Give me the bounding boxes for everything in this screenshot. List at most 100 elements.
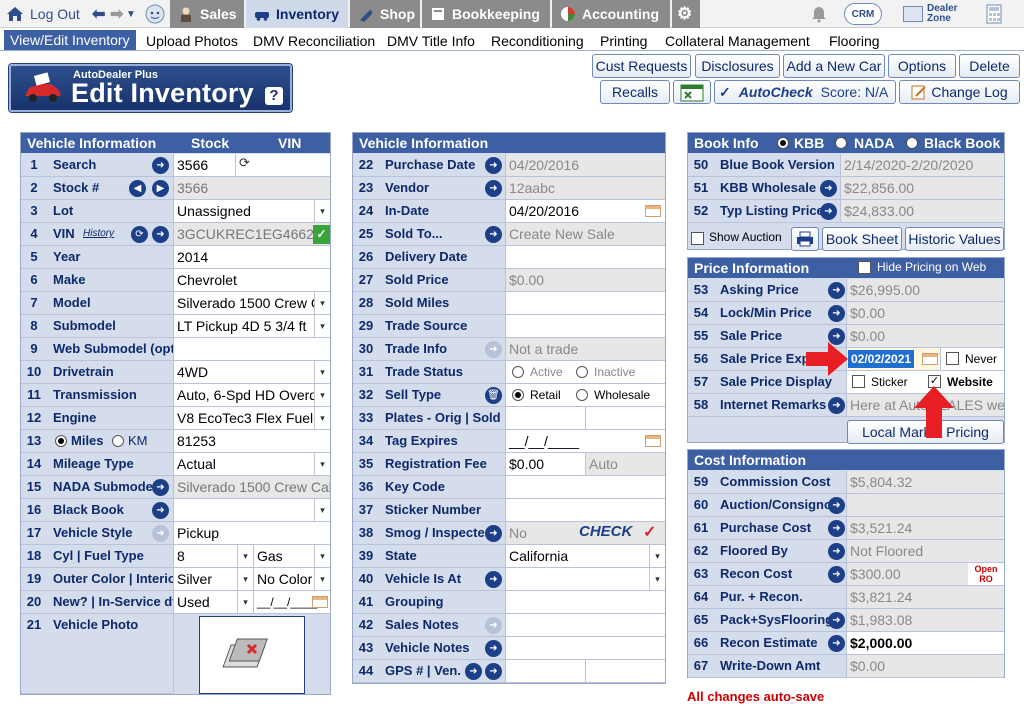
subnav-dmv-title-info[interactable]: DMV Title Info	[381, 31, 481, 51]
input-gps-vendor[interactable]	[585, 660, 665, 682]
input-gps-number[interactable]	[505, 660, 585, 682]
vin-decode-icon[interactable]: ⟳	[131, 226, 148, 243]
input-vehicle-notes[interactable]	[505, 637, 665, 659]
input-key-code[interactable]	[505, 476, 665, 498]
go-arrow-icon[interactable]: ➜	[485, 180, 502, 197]
input-state[interactable]: California	[505, 545, 649, 567]
go-arrow-icon[interactable]: ➜	[485, 341, 502, 358]
calendar-icon[interactable]	[645, 435, 661, 447]
dropdown-arrow-icon[interactable]: ▾	[314, 568, 330, 590]
go-arrow-icon[interactable]: ➜	[485, 525, 502, 542]
delete-button[interactable]: Delete	[959, 54, 1020, 78]
go-arrow-icon[interactable]: ➜	[828, 612, 845, 629]
input-model[interactable]: Silverado 1500 Crew C	[173, 292, 314, 314]
input-vin[interactable]: 3GCUKREC1EG466218	[173, 223, 330, 245]
input-in-date[interactable]: 04/20/2016	[505, 200, 665, 222]
calendar-icon[interactable]	[312, 596, 328, 608]
input-mileage-type[interactable]: Actual	[173, 453, 314, 475]
input-year[interactable]: 2014	[173, 246, 330, 268]
historic-values-button[interactable]: Historic Values	[905, 227, 1004, 251]
input-black-book[interactable]	[173, 499, 314, 521]
input-sales-notes[interactable]	[505, 614, 665, 636]
input-trade-info[interactable]: Not a trade	[505, 338, 665, 360]
open-ro-link[interactable]: Open RO	[968, 563, 1004, 585]
calendar-icon[interactable]	[922, 353, 938, 365]
logout-link[interactable]: Log Out	[6, 0, 80, 28]
check-logo[interactable]: CHECK	[579, 523, 632, 540]
recalls-button[interactable]: Recalls	[600, 80, 670, 104]
go-arrow-icon[interactable]: ➜	[485, 640, 502, 657]
dealer-zone-link[interactable]: Dealer Zone	[898, 2, 968, 26]
forward-arrow-icon[interactable]: ➡	[110, 0, 123, 28]
calculator-icon[interactable]	[984, 2, 1004, 26]
go-arrow-icon[interactable]: ➜	[152, 226, 169, 243]
go-arrow-icon[interactable]: ➜	[152, 502, 169, 519]
spreadsheet-export-icon[interactable]	[673, 80, 711, 104]
input-sold-to[interactable]: Create New Sale	[505, 223, 665, 245]
dropdown-arrow-icon[interactable]: ▾	[314, 200, 330, 222]
tab-shop[interactable]: Shop	[350, 0, 420, 28]
go-arrow-icon[interactable]: ➜	[152, 525, 169, 542]
calendar-icon[interactable]	[645, 205, 661, 217]
active-radio[interactable]	[512, 366, 524, 378]
sale-price-exp-value[interactable]: 02/02/2021	[848, 350, 915, 368]
inactive-radio[interactable]	[576, 366, 588, 378]
go-arrow-icon[interactable]: ➜	[828, 282, 845, 299]
subnav-reconditioning[interactable]: Reconditioning	[485, 31, 590, 51]
vin-history-link[interactable]: History	[83, 228, 114, 239]
input-trade-source[interactable]	[505, 315, 665, 337]
input-web-submodel-opt[interactable]	[173, 338, 330, 360]
go-arrow-icon[interactable]: ➜	[828, 635, 845, 652]
go-arrow-icon[interactable]: ➜	[828, 520, 845, 537]
miles-radio[interactable]	[55, 435, 67, 447]
user-avatar-icon[interactable]	[144, 0, 166, 28]
input-sold-price[interactable]: $0.00	[505, 269, 665, 291]
wholesale-radio[interactable]	[576, 389, 588, 401]
settings-gear-icon[interactable]: ⚙	[672, 0, 700, 28]
go-arrow-icon[interactable]: ➜	[152, 157, 169, 174]
subnav-view-edit-inventory[interactable]: View/Edit Inventory	[4, 30, 136, 50]
black-book-radio[interactable]	[906, 137, 918, 149]
go-arrow-icon[interactable]: ➜	[828, 497, 845, 514]
input-lot[interactable]: Unassigned	[173, 200, 314, 222]
gps-arrow-icon[interactable]: ➜	[465, 663, 482, 680]
dropdown-arrow-icon[interactable]: ▾	[649, 568, 665, 590]
go-arrow-icon[interactable]: ➜	[828, 397, 845, 414]
subnav-printing[interactable]: Printing	[594, 31, 653, 51]
input-delivery-date[interactable]	[505, 246, 665, 268]
input-plates-orig[interactable]	[505, 407, 585, 429]
retail-radio[interactable]	[512, 389, 524, 401]
input-tag-expires[interactable]: __/__/____	[505, 430, 665, 452]
tab-sales[interactable]: Sales	[170, 0, 244, 28]
input-drivetrain[interactable]: 4WD	[173, 361, 314, 383]
help-button[interactable]: ?	[265, 87, 283, 105]
show-auction-checkbox[interactable]	[691, 232, 704, 245]
input-submodel[interactable]: LT Pickup 4D 5 3/4 ft	[173, 315, 314, 337]
go-arrow-icon[interactable]: ➜	[485, 226, 502, 243]
dropdown-arrow-icon[interactable]: ▾	[237, 545, 253, 567]
go-arrow-icon[interactable]: ➜	[485, 157, 502, 174]
go-arrow-icon[interactable]: ➜	[828, 305, 845, 322]
refresh-icon[interactable]: ⟳	[239, 155, 250, 171]
input-plates-sold[interactable]	[585, 407, 665, 429]
autocheck-button[interactable]: ✓ AutoCheck Score: N/A	[714, 80, 896, 104]
never-checkbox[interactable]	[946, 352, 959, 365]
hide-pricing-checkbox[interactable]	[858, 261, 871, 274]
dropdown-arrow-icon[interactable]: ▾	[237, 568, 253, 590]
dropdown-arrow-icon[interactable]: ▾	[314, 292, 330, 314]
add-new-car-button[interactable]: Add a New Car	[783, 54, 885, 78]
sticker-checkbox[interactable]	[852, 375, 865, 388]
kbb-radio[interactable]	[777, 137, 789, 149]
print-icon[interactable]	[791, 227, 819, 251]
change-log-button[interactable]: Change Log	[899, 80, 1020, 104]
km-radio[interactable]	[112, 435, 124, 447]
go-arrow-icon[interactable]: ➜	[828, 566, 845, 583]
dropdown-arrow-icon[interactable]: ▾	[314, 361, 330, 383]
input-sold-miles[interactable]	[505, 292, 665, 314]
tab-inventory[interactable]: Inventory	[246, 0, 348, 28]
crm-icon[interactable]: CRM	[843, 2, 883, 26]
trash-icon[interactable]: 🗑	[485, 387, 502, 404]
go-arrow-icon[interactable]: ➜	[820, 180, 837, 197]
input-search[interactable]: 3566	[173, 154, 330, 176]
input-engine[interactable]: V8 EcoTec3 Flex Fuel	[173, 407, 314, 429]
